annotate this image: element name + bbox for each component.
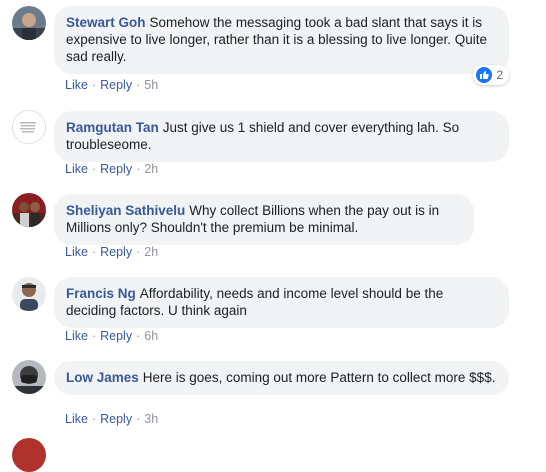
reply-link[interactable]: Reply <box>100 78 132 92</box>
separator: · <box>136 162 141 176</box>
comment-text: Here is goes, coming out more Pattern to… <box>142 370 496 385</box>
reply-link[interactable]: Reply <box>100 412 132 426</box>
separator: · <box>91 162 97 176</box>
avatar[interactable] <box>12 6 46 40</box>
comment-bubble: Stewart Goh Somehow the messaging took a … <box>54 6 509 74</box>
comment-bubble: Ramgutan Tan Just give us 1 shield and co… <box>54 111 509 162</box>
comment-author[interactable]: Low James <box>66 370 139 385</box>
comment-actions: Like · Reply · 3h <box>65 412 158 426</box>
thumbs-up-icon <box>476 67 493 83</box>
separator: · <box>91 412 97 426</box>
like-link[interactable]: Like <box>65 245 88 259</box>
separator: · <box>91 245 97 259</box>
avatar[interactable] <box>12 277 46 311</box>
comment-actions: Like · Reply · 2h <box>65 245 158 259</box>
separator: · <box>136 412 141 426</box>
comment-bubble: Low James Here is goes, coming out more P… <box>54 361 509 395</box>
comment-actions: Like · Reply · 5h <box>65 78 158 92</box>
avatar[interactable] <box>12 110 46 144</box>
comment-actions: Like · Reply · 2h <box>65 162 158 176</box>
like-link[interactable]: Like <box>65 329 88 343</box>
like-link[interactable]: Like <box>65 412 88 426</box>
separator: · <box>136 78 141 92</box>
reply-link[interactable]: Reply <box>100 162 132 176</box>
avatar[interactable] <box>12 360 46 394</box>
comment-author[interactable]: Sheliyan Sathivelu <box>66 203 185 218</box>
reply-link[interactable]: Reply <box>100 329 132 343</box>
separator: · <box>91 78 97 92</box>
timestamp[interactable]: 3h <box>144 412 158 426</box>
separator: · <box>136 329 141 343</box>
comment-author[interactable]: Ramgutan Tan <box>66 120 159 135</box>
avatar[interactable] <box>12 193 46 227</box>
like-link[interactable]: Like <box>65 78 88 92</box>
comment-bubble: Sheliyan Sathivelu Why collect Billions w… <box>54 194 474 245</box>
comment-bubble: Francis Ng Affordability, needs and incom… <box>54 277 509 328</box>
timestamp[interactable]: 2h <box>144 245 158 259</box>
reaction-badge[interactable]: 2 <box>473 65 509 85</box>
reply-link[interactable]: Reply <box>100 245 132 259</box>
comment-author[interactable]: Stewart Goh <box>66 15 146 30</box>
avatar[interactable] <box>12 438 46 472</box>
separator: · <box>136 245 141 259</box>
like-link[interactable]: Like <box>65 162 88 176</box>
reaction-count: 2 <box>496 68 503 82</box>
comment-actions: Like · Reply · 6h <box>65 329 158 343</box>
timestamp[interactable]: 5h <box>144 78 158 92</box>
timestamp[interactable]: 2h <box>144 162 158 176</box>
separator: · <box>91 329 97 343</box>
timestamp[interactable]: 6h <box>144 329 158 343</box>
comment-author[interactable]: Francis Ng <box>66 286 136 301</box>
